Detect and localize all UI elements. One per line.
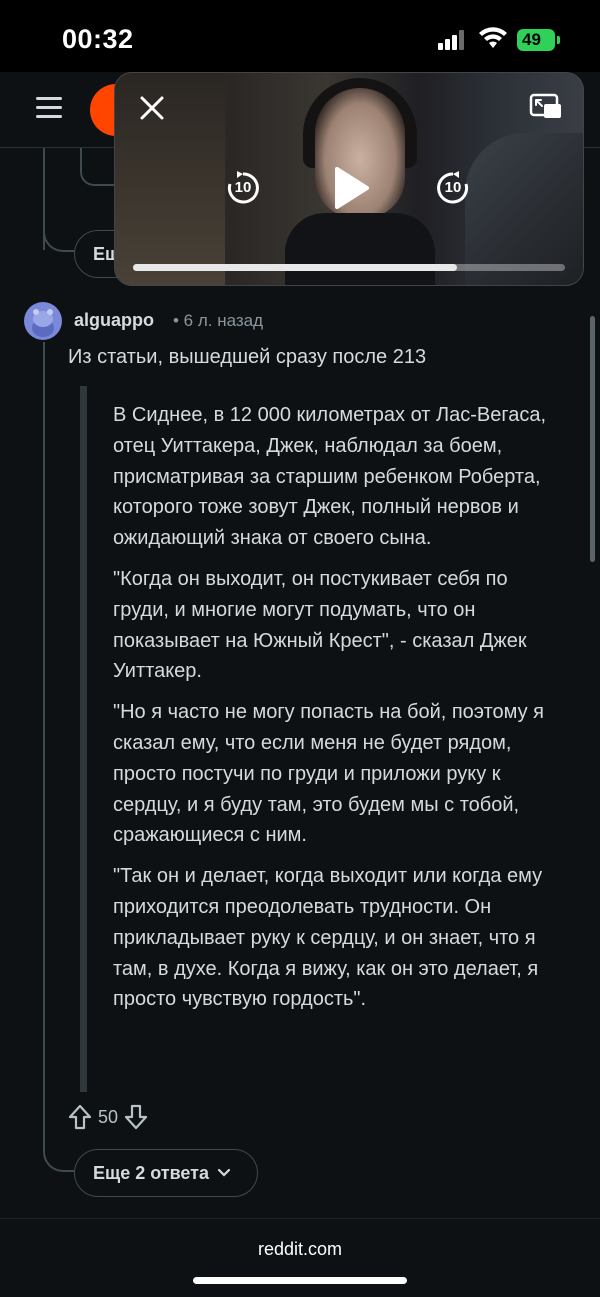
comment-lead-text: Из статьи, вышедшей сразу после 213 [68,346,427,368]
battery-tip [557,36,560,44]
more-replies-button[interactable]: Еще 2 ответа [74,1149,258,1197]
scrollbar[interactable] [590,316,595,562]
wifi-icon [479,27,507,48]
comment-thread-connector [43,1130,75,1172]
video-progress-fill [133,264,457,271]
expand-player-icon[interactable] [529,93,563,121]
home-indicator[interactable] [193,1277,407,1284]
comment-username[interactable]: alguappo [74,310,154,331]
quote-paragraph: "Когда он выходит, он постукивает себя п… [113,567,527,683]
comment-timestamp: • 6 л. назад [173,311,264,330]
video-frame-left [115,73,225,285]
upvote-icon[interactable] [68,1104,92,1130]
chevron-down-icon [217,1168,231,1177]
battery-level: 49 [522,30,541,49]
menu-icon[interactable] [36,97,62,119]
quote-paragraph: "Так он и делает, когда выходит или когд… [113,865,543,1011]
thread-connector [43,148,75,252]
battery-icon: 49 [517,29,555,51]
status-time: 00:32 [62,24,134,54]
rewind-label: 10 [234,179,252,196]
browser-footer: reddit.com [0,1218,600,1297]
close-icon[interactable] [139,95,165,121]
picture-in-picture-player[interactable]: 10 10 [114,72,584,286]
comment-thread-line [43,342,45,1142]
blockquote: В Сиднее, в 12 000 километрах от Лас-Вег… [113,400,553,1025]
play-icon[interactable] [331,165,371,211]
status-bar: 00:32 49 [0,0,600,72]
cellular-signal-icon [438,30,466,50]
downvote-icon[interactable] [124,1104,148,1130]
vote-count: 50 [98,1106,119,1127]
quote-paragraph: "Но я часто не могу попасть на бой, поэт… [113,701,544,847]
snoo-avatar-icon [32,309,54,337]
video-progress-bar[interactable] [133,264,565,271]
video-frame-body [285,213,435,285]
url-label[interactable]: reddit.com [0,1239,600,1260]
forward-label: 10 [444,179,462,196]
more-replies-label: Еще 2 ответа [93,1162,210,1183]
blockquote-bar [80,386,87,1092]
vote-row: 50 [68,1104,148,1130]
quote-paragraph: В Сиднее, в 12 000 километрах от Лас-Вег… [113,404,547,550]
avatar[interactable] [24,302,62,340]
